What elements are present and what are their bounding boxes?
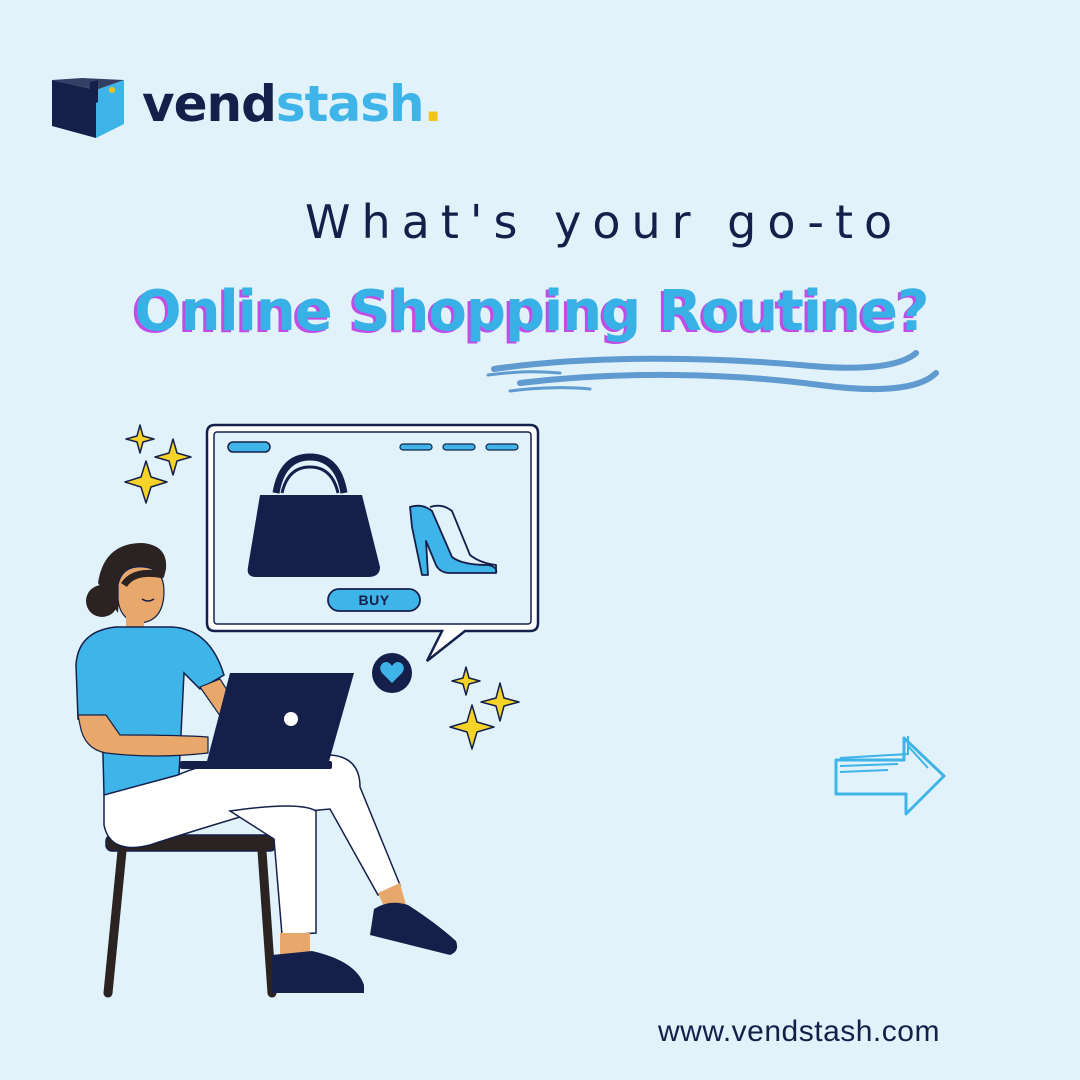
- brand-wordmark: vendstash.: [142, 72, 443, 136]
- brand-name-part-2: stash: [275, 75, 425, 133]
- shopping-illustration: BUY: [75, 423, 540, 998]
- brand-logo: vendstash.: [52, 75, 443, 140]
- right-arrow-icon[interactable]: [828, 730, 952, 820]
- website-url[interactable]: www.vendstash.com: [658, 1012, 940, 1052]
- squiggle-underline: [486, 350, 939, 393]
- buy-button-label: BUY: [358, 592, 389, 608]
- sparkle-icon: [449, 666, 520, 750]
- brand-dot: .: [423, 75, 443, 133]
- headline-line-1: What's your go-to: [305, 195, 904, 249]
- heart-icon: [372, 653, 412, 693]
- headline-line-2: Online Shopping Routine?: [134, 279, 929, 344]
- sparkle-icon: [124, 424, 192, 504]
- brand-name-part-1: vend: [142, 75, 277, 133]
- folded-box-logo-icon: [52, 78, 124, 138]
- buy-button[interactable]: BUY: [327, 588, 421, 612]
